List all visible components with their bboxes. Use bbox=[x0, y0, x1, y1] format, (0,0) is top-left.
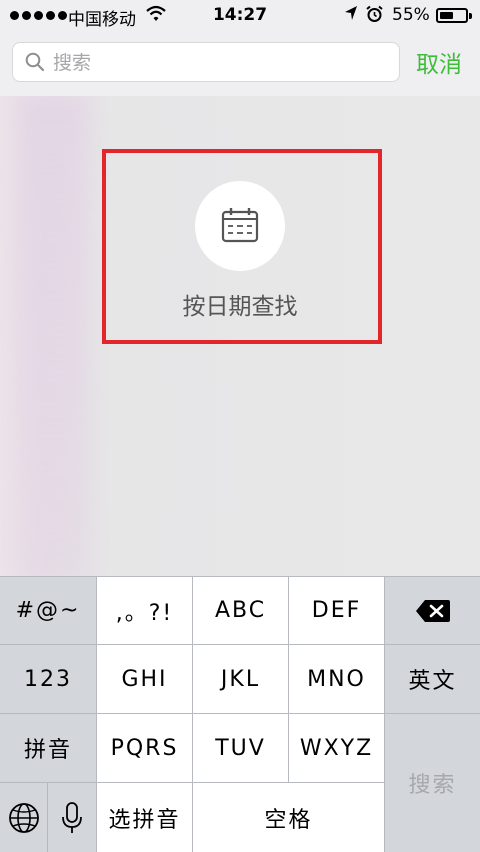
background-blur bbox=[18, 96, 88, 576]
cancel-button[interactable]: 取消 bbox=[416, 45, 462, 79]
keyboard: #@~ ,。?! ABC DEF 123 GHI JKL MNO 英文 拼音 P… bbox=[0, 576, 480, 852]
search-header: 取消 bbox=[0, 32, 480, 96]
key-tuv[interactable]: TUV bbox=[193, 714, 288, 782]
key-search[interactable]: 搜索 bbox=[385, 714, 480, 852]
microphone-icon bbox=[62, 801, 82, 833]
location-arrow-icon bbox=[344, 5, 358, 26]
battery-percentage: 55% bbox=[392, 5, 430, 25]
key-punctuation[interactable]: ,。?! bbox=[97, 577, 192, 644]
search-by-date-button[interactable] bbox=[195, 181, 285, 271]
key-microphone[interactable] bbox=[48, 783, 96, 852]
key-wxyz[interactable]: WXYZ bbox=[289, 714, 384, 782]
search-field[interactable] bbox=[12, 42, 400, 83]
search-by-date-label[interactable]: 按日期查找 bbox=[0, 287, 480, 321]
key-english[interactable]: 英文 bbox=[385, 645, 480, 713]
key-ghi[interactable]: GHI bbox=[97, 645, 192, 713]
key-space[interactable]: 空格 bbox=[193, 783, 384, 852]
search-input[interactable] bbox=[51, 43, 395, 83]
key-123[interactable]: 123 bbox=[0, 645, 96, 713]
key-pinyin[interactable]: 拼音 bbox=[0, 714, 96, 782]
search-suggestions-area: 按日期查找 bbox=[0, 96, 480, 576]
delete-icon bbox=[415, 599, 450, 622]
key-select-pinyin[interactable]: 选拼音 bbox=[97, 783, 192, 852]
key-jkl[interactable]: JKL bbox=[193, 645, 288, 713]
key-def[interactable]: DEF bbox=[289, 577, 384, 644]
battery-tip bbox=[469, 13, 472, 19]
key-globe[interactable] bbox=[0, 783, 47, 852]
calendar-icon bbox=[221, 208, 259, 243]
status-bar: 中国移动 14:27 55% bbox=[0, 0, 480, 32]
key-abc[interactable]: ABC bbox=[193, 577, 288, 644]
battery-icon bbox=[436, 8, 468, 23]
search-icon bbox=[25, 52, 45, 72]
key-symbols[interactable]: #@~ bbox=[0, 577, 96, 644]
globe-icon bbox=[8, 802, 39, 833]
alarm-clock-icon bbox=[366, 5, 383, 28]
key-pqrs[interactable]: PQRS bbox=[97, 714, 192, 782]
delete-key[interactable] bbox=[385, 577, 480, 644]
key-mno[interactable]: MNO bbox=[289, 645, 384, 713]
